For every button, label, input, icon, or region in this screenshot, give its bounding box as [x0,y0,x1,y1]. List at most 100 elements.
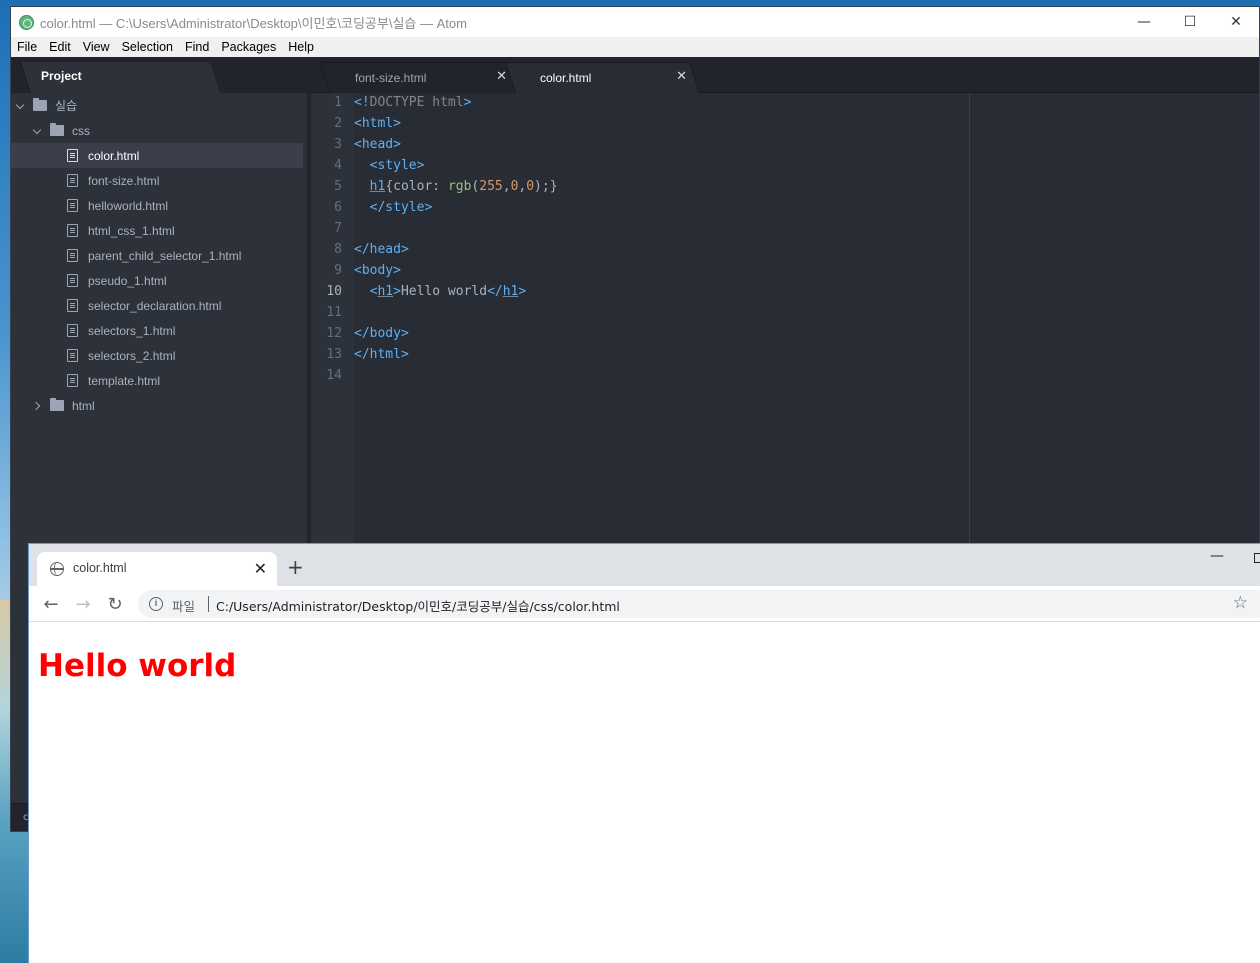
tree-file[interactable]: parent_child_selector_1.html [11,243,303,268]
tree-file[interactable]: html_css_1.html [11,218,303,243]
atom-app-icon [19,14,34,30]
url-text[interactable]: C:/Users/Administrator/Desktop/이민호/코딩공부/… [216,596,620,615]
tree-file[interactable]: pseudo_1.html [11,268,303,293]
site-info-icon[interactable]: i [149,597,163,611]
tree-folder-label: css [72,123,90,138]
menu-file[interactable]: File [11,40,43,54]
menu-view[interactable]: View [77,40,116,54]
minimize-button[interactable]: — [1210,548,1224,564]
maximize-button[interactable] [1254,553,1260,563]
code-line[interactable]: <html> [354,114,1259,135]
folder-icon [50,123,64,136]
back-button[interactable]: ← [39,592,63,616]
maximize-button[interactable]: ☐ [1167,7,1213,37]
chrome-tab-strip[interactable]: color.html ✕ + — [29,544,1260,586]
tab-shape [504,62,701,93]
tree-view-tab-bar: Project [11,57,307,93]
tree-folder-html[interactable]: html [11,393,303,418]
tree-file-label: font-size.html [88,173,160,188]
chevron-down-icon [16,101,26,111]
chevron-down-icon [33,126,43,136]
code-line[interactable]: </head> [354,240,1259,261]
editor-tab-bar: font-size.html ✕ color.html ✕ [311,57,1259,93]
file-icon [67,349,78,362]
close-icon[interactable]: ✕ [676,69,687,84]
file-icon [67,299,78,312]
file-icon [67,249,78,262]
folder-icon [33,98,47,111]
tree-folder-label: 실습 [55,99,78,113]
code-line[interactable]: </style> [354,198,1259,219]
tree-file[interactable]: helloworld.html [11,193,303,218]
file-icon [67,174,78,187]
tree-file[interactable]: selector_declaration.html [11,293,303,318]
menu-packages[interactable]: Packages [215,40,282,54]
tab-label: font-size.html [355,71,427,85]
close-tab-icon[interactable]: ✕ [254,559,267,578]
close-icon[interactable]: ✕ [496,69,507,84]
file-icon [67,274,78,287]
atom-titlebar[interactable]: color.html — C:\Users\Administrator\Desk… [11,7,1259,37]
code-line[interactable]: <body> [354,261,1259,282]
folder-icon [50,398,64,411]
tree-file[interactable]: template.html [11,368,303,393]
code-line[interactable] [354,219,1259,240]
code-line[interactable] [354,303,1259,324]
tree-file[interactable]: selectors_1.html [11,318,303,343]
tree-file[interactable]: selectors_2.html [11,343,303,368]
tab-label: color.html [540,71,592,85]
code-line[interactable]: <head> [354,135,1259,156]
tree-file-label: selector_declaration.html [88,298,222,313]
code-line[interactable]: h1{color: rgb(255,0,0);} [354,177,1259,198]
line-number: 13 [326,347,342,362]
file-scheme-chip: 파일 [172,599,196,614]
tree-file-selected[interactable]: color.html [11,143,303,168]
tree-folder-label: html [72,398,95,413]
file-icon [67,199,78,212]
project-tab[interactable]: Project [41,69,82,83]
browser-tab-title: color.html [73,561,127,575]
code-line-current[interactable]: <h1>Hello world</h1> [354,282,1259,303]
code-line[interactable]: <style> [354,156,1259,177]
tree-file-label: color.html [88,148,140,163]
tree-folder-css[interactable]: css [11,118,303,143]
code-line[interactable] [354,366,1259,387]
file-icon [67,224,78,237]
tree-file-label: pseudo_1.html [88,273,167,288]
tree-file[interactable]: font-size.html [11,168,303,193]
file-icon [67,324,78,337]
atom-window-title: color.html — C:\Users\Administrator\Desk… [40,15,467,31]
line-number: 7 [334,221,342,236]
atom-menubar: File Edit View Selection Find Packages H… [11,37,1259,57]
tree-folder-root[interactable]: 실습 [11,93,303,118]
tree-file-label: html_css_1.html [88,223,175,238]
line-number-current: 10 [326,284,342,299]
line-number: 6 [334,200,342,215]
code-line[interactable]: </html> [354,345,1259,366]
page-content: Hello world [29,623,1260,963]
line-number: 2 [334,116,342,131]
menu-edit[interactable]: Edit [43,40,77,54]
forward-button[interactable]: → [71,592,95,616]
atom-window-controls: — ☐ ✕ [1121,7,1259,37]
tree-file-label: selectors_2.html [88,348,176,363]
tab-font-size[interactable]: font-size.html ✕ [319,62,521,93]
close-window-button[interactable]: ✕ [1213,7,1259,37]
tree-file-label: selectors_1.html [88,323,176,338]
menu-selection[interactable]: Selection [116,40,179,54]
tab-color[interactable]: color.html ✕ [504,62,701,93]
bookmark-star-icon[interactable]: ☆ [1233,593,1248,613]
code-line[interactable]: </body> [354,324,1259,345]
line-number: 3 [334,137,342,152]
line-number: 9 [334,263,342,278]
menu-find[interactable]: Find [179,40,215,54]
new-tab-button[interactable]: + [287,555,304,579]
code-line[interactable]: <!DOCTYPE html> [354,93,1259,114]
line-number: 4 [334,158,342,173]
reload-button[interactable]: ↻ [103,592,127,616]
address-bar[interactable]: i 파일 C:/Users/Administrator/Desktop/이민호/… [138,590,1260,618]
minimize-button[interactable]: — [1121,7,1167,37]
chrome-window: color.html ✕ + — ← → ↻ i 파일 C:/Users/Adm… [28,543,1260,963]
menu-help[interactable]: Help [282,40,320,54]
browser-tab[interactable]: color.html ✕ [37,552,277,586]
